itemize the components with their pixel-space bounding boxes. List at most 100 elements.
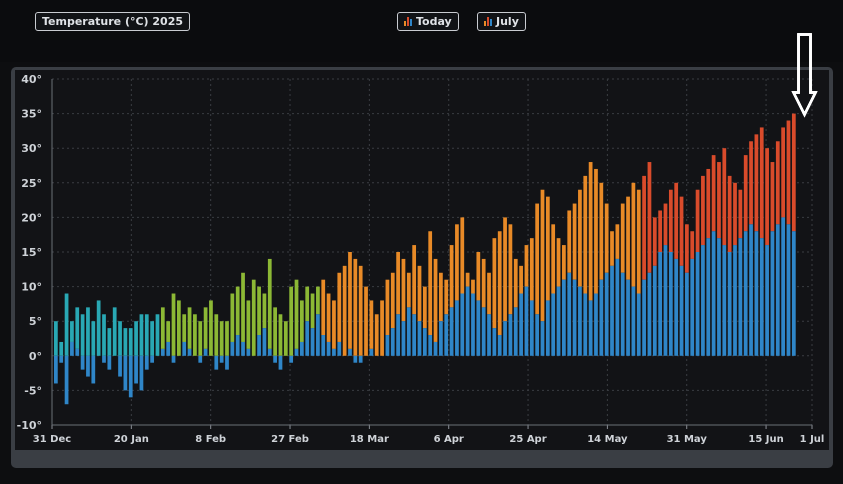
bar-high <box>353 258 358 356</box>
bar-high <box>749 141 753 225</box>
bar-low <box>636 293 641 356</box>
annotation-arrow <box>791 33 818 118</box>
bar-high <box>610 231 614 266</box>
bar-high <box>348 252 352 349</box>
bar-high <box>267 258 272 349</box>
bar-high <box>417 265 422 322</box>
bar-low <box>428 335 433 356</box>
y-tick-label: -5° <box>24 384 42 397</box>
bar-high <box>96 300 101 356</box>
bar-high <box>283 321 288 356</box>
bar-low <box>396 314 400 356</box>
bar-high <box>465 272 470 287</box>
bar-low <box>615 258 620 356</box>
bar-low <box>626 279 630 356</box>
bar-high <box>321 279 326 336</box>
x-tick-label: 8 Feb <box>195 434 226 445</box>
bar-high <box>690 231 695 259</box>
bar-low <box>620 272 625 356</box>
bar-high <box>294 279 299 349</box>
bar-high <box>305 286 310 322</box>
bar-high <box>139 314 144 356</box>
bar-high <box>759 127 764 239</box>
bar-high <box>754 134 759 232</box>
bar-low <box>316 314 320 356</box>
bar-low <box>519 293 523 356</box>
bar-low <box>791 231 796 356</box>
bar-high <box>118 321 122 356</box>
bar-high <box>599 182 604 280</box>
bar-high <box>75 307 80 349</box>
bar-high <box>86 307 90 356</box>
bar-high <box>433 258 438 342</box>
bar-high <box>385 279 390 336</box>
bar-low <box>86 355 90 377</box>
bar-low <box>128 355 133 398</box>
bar-high <box>107 328 112 356</box>
bar-low <box>214 355 219 370</box>
bar-high <box>492 238 497 329</box>
bar-high <box>439 272 443 322</box>
bar-low <box>786 224 791 356</box>
bar-high <box>273 307 277 356</box>
bar-high <box>406 272 411 308</box>
bar-high <box>401 258 406 322</box>
bar-low <box>529 300 534 356</box>
bar-low <box>631 286 636 356</box>
bar-high <box>583 175 588 294</box>
bar-low <box>663 245 668 356</box>
bar-low <box>583 293 588 356</box>
bar-high <box>663 203 668 246</box>
bar-high <box>230 293 235 342</box>
bar-high <box>358 265 363 356</box>
bar-high <box>412 245 417 315</box>
bar-low <box>727 252 732 356</box>
bar-low <box>257 335 261 356</box>
bar-low <box>80 355 85 370</box>
bar-low <box>70 341 74 356</box>
bar-high <box>588 162 593 301</box>
bar-low <box>449 307 454 356</box>
bar-high <box>786 120 791 225</box>
bar-high <box>540 189 545 322</box>
bar-high <box>545 196 550 301</box>
bar-low <box>182 341 187 356</box>
bar-low <box>652 265 657 356</box>
bar-low <box>444 314 449 356</box>
bar-high <box>123 328 128 356</box>
bar-low <box>118 355 122 377</box>
x-tick-label: 6 Apr <box>434 434 464 445</box>
y-tick-label: 15° <box>21 246 42 259</box>
bar-high <box>711 155 716 232</box>
bar-high <box>668 189 673 252</box>
bar-low <box>738 238 743 356</box>
bar-low <box>754 231 759 356</box>
bar-high <box>214 314 219 356</box>
bar-high <box>604 203 609 273</box>
y-tick-label: 40° <box>21 73 42 86</box>
bar-high <box>449 245 454 308</box>
bar-high <box>594 168 598 294</box>
bar-low <box>107 355 112 370</box>
bar-low <box>706 238 711 356</box>
bar-high <box>513 258 518 308</box>
bar-high <box>396 252 400 315</box>
bar-low <box>278 355 283 370</box>
bar-low <box>722 245 727 356</box>
bar-high <box>155 314 160 356</box>
bar-low <box>144 355 149 370</box>
x-tick-label: 31 Dec <box>33 434 71 445</box>
bar-high <box>257 286 261 336</box>
bar-high <box>775 141 780 225</box>
bar-high <box>701 175 705 246</box>
bar-high <box>251 279 256 356</box>
bar-low <box>492 328 497 356</box>
x-tick-label: 18 Mar <box>350 434 389 445</box>
bar-high <box>310 293 315 329</box>
bar-low <box>123 355 128 391</box>
bar-high <box>695 189 700 252</box>
bar-low <box>75 348 80 356</box>
bar-high <box>620 203 625 273</box>
bar-low <box>294 348 299 356</box>
bar-low <box>658 252 663 356</box>
